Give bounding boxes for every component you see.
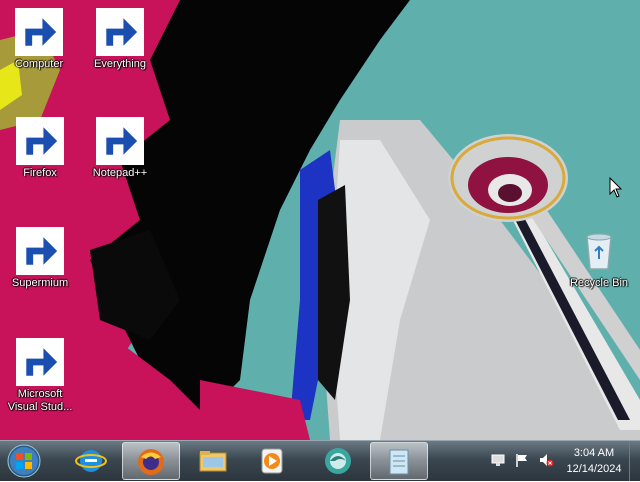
taskbar-item-notepad[interactable] [370, 442, 428, 480]
volume-muted-icon[interactable] [538, 452, 554, 468]
firefox-icon [16, 117, 64, 165]
desktop-icon-notepad-plus-plus[interactable]: Notepad++ [83, 117, 157, 180]
supermium-icon [16, 227, 64, 275]
recycle-bin-icon [575, 227, 623, 275]
folder-icon [199, 451, 227, 472]
firefox-icon [138, 449, 164, 475]
desktop-icon-label: Notepad++ [92, 167, 148, 179]
desktop-icon-label: Firefox [23, 167, 57, 179]
desktop-icon-computer[interactable]: Computer [2, 8, 76, 71]
start-button[interactable] [4, 443, 44, 479]
windows-start-icon [7, 444, 41, 478]
desktop-icon-label: Computer [14, 58, 64, 70]
media-player-icon [261, 448, 283, 474]
everything-icon [96, 8, 144, 56]
desktop[interactable]: Computer Everything Firefox Notepad++ Su… [0, 0, 640, 440]
shortcut-arrow-icon [16, 227, 64, 275]
notepad-plus-plus-icon [96, 117, 144, 165]
shortcut-arrow-icon [15, 8, 63, 56]
clock-time: 3:04 AM [573, 447, 615, 459]
mouse-cursor-icon [609, 177, 623, 198]
desktop-icon-visual-studio[interactable]: Microsoft Visual Stud... [3, 338, 77, 414]
desktop-icon-label: Supermium [11, 277, 69, 289]
supermium-icon [325, 448, 351, 474]
taskbar-item-supermium[interactable] [310, 442, 366, 478]
shortcut-arrow-icon [16, 338, 64, 386]
taskbar-item-internet-explorer[interactable] [63, 442, 119, 478]
notepad-icon [389, 449, 409, 475]
taskbar: 3:04 AM 12/14/2024 [0, 440, 640, 481]
desktop-icon-label: Recycle Bin [569, 277, 629, 289]
desktop-icon-everything[interactable]: Everything [83, 8, 157, 71]
action-center-flag-icon[interactable] [514, 452, 530, 468]
taskbar-item-file-explorer[interactable] [185, 442, 241, 478]
clock[interactable]: 3:04 AM 12/14/2024 [558, 445, 630, 477]
shortcut-arrow-icon [96, 117, 144, 165]
computer-icon [15, 8, 63, 56]
visual-studio-icon [16, 338, 64, 386]
desktop-icon-label: Everything [94, 58, 146, 70]
desktop-icon-supermium[interactable]: Supermium [3, 227, 77, 290]
desktop-icon-recycle-bin[interactable]: Recycle Bin [562, 227, 636, 290]
taskbar-item-firefox[interactable] [122, 442, 180, 480]
clock-date: 12/14/2024 [566, 463, 622, 475]
system-tray: 3:04 AM 12/14/2024 [450, 441, 640, 481]
network-icon[interactable] [490, 452, 506, 468]
shortcut-arrow-icon [16, 117, 64, 165]
desktop-icon-label: Microsoft Visual Stud... [7, 388, 73, 413]
show-desktop-button[interactable] [629, 441, 640, 481]
internet-explorer-icon [75, 450, 107, 472]
shortcut-arrow-icon [96, 8, 144, 56]
taskbar-item-media-player[interactable] [244, 442, 300, 478]
desktop-icon-firefox[interactable]: Firefox [3, 117, 77, 180]
